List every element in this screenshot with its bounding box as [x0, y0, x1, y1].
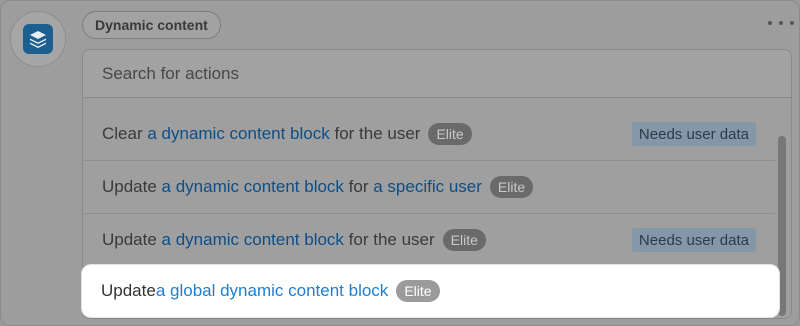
- action-link: a dynamic content block: [161, 177, 344, 196]
- elite-badge: Elite: [428, 123, 472, 145]
- action-link: a global dynamic content block: [155, 281, 389, 300]
- dialog-frame: Dynamic content Search for actions Clear…: [0, 0, 800, 326]
- category-chip-label: Dynamic content: [95, 17, 208, 33]
- category-chip[interactable]: Dynamic content: [82, 11, 221, 39]
- action-text: Update: [102, 177, 162, 196]
- action-item-highlighted[interactable]: Update a global dynamic content block El…: [82, 265, 779, 317]
- elite-badge: Elite: [396, 280, 440, 302]
- more-horizontal-icon[interactable]: [768, 15, 794, 31]
- action-text: Update: [102, 230, 162, 249]
- action-text: for the user: [343, 230, 435, 249]
- action-text: for: [343, 177, 374, 196]
- action-text: Update: [101, 281, 156, 300]
- action-item[interactable]: Clear a dynamic content block for the us…: [83, 108, 775, 161]
- app-icon-container: [10, 11, 66, 67]
- action-item[interactable]: Update a dynamic content block for a spe…: [83, 161, 775, 214]
- needs-user-data-tag: Needs user data: [631, 228, 756, 252]
- search-input[interactable]: Search for actions: [83, 50, 791, 98]
- action-link: a dynamic content block: [161, 230, 344, 249]
- needs-user-data-tag: Needs user data: [631, 122, 756, 146]
- action-text: for the user: [329, 124, 421, 143]
- elite-badge: Elite: [442, 229, 486, 251]
- action-link: a dynamic content block: [147, 124, 330, 143]
- scrollbar[interactable]: [778, 136, 786, 316]
- layers-icon: [23, 24, 53, 54]
- elite-badge: Elite: [489, 176, 534, 198]
- action-text: Clear: [102, 124, 148, 143]
- action-link: a specific user: [373, 177, 482, 196]
- action-item[interactable]: Update a dynamic content block for the u…: [83, 214, 775, 267]
- search-placeholder: Search for actions: [102, 63, 240, 83]
